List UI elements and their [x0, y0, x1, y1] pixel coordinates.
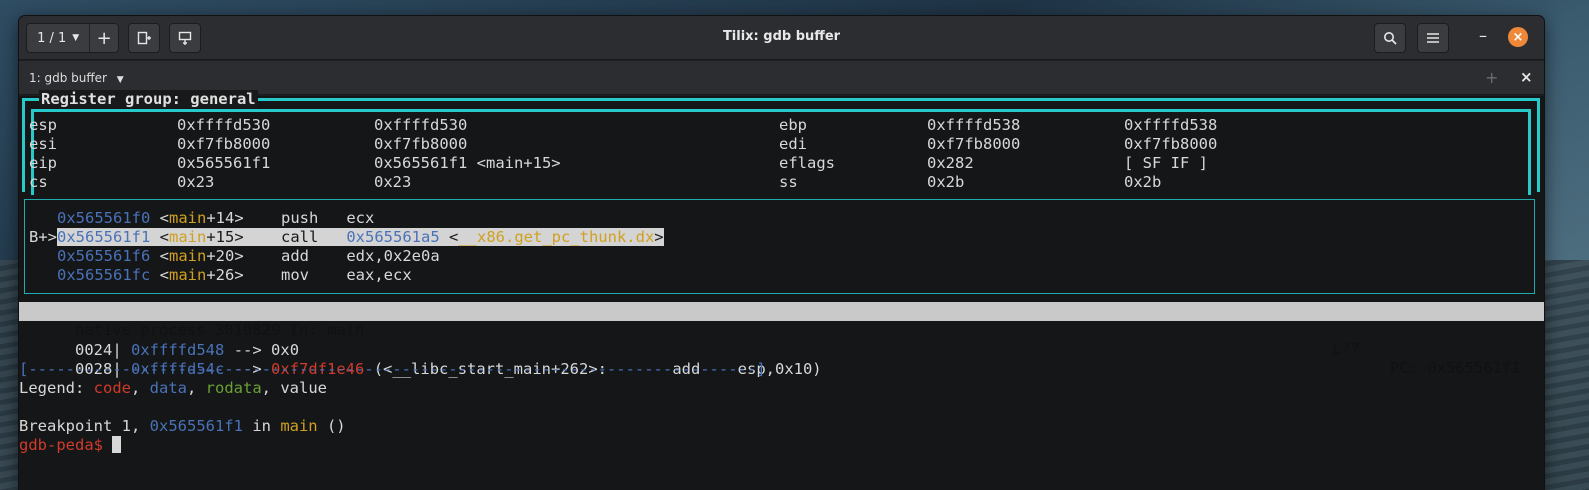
disassembly-line: 0x565561fc <main+26> mov eax,ecx [57, 266, 412, 284]
breakpoint-line: Breakpoint 1, 0x565561f1 in main () [19, 417, 346, 435]
prompt-line[interactable]: gdb-peda$ [19, 436, 122, 455]
status-pc: PC: 0x565561f1 [1390, 359, 1521, 377]
close-icon: × [1520, 68, 1533, 86]
menu-group [1417, 23, 1449, 53]
register-name: ebp [779, 116, 807, 134]
register-value: 0x282 [927, 154, 974, 172]
disassembly-line: 0x565561f0 <main+14> push ecx [57, 209, 375, 227]
disassembly-line: 0x565561f6 <main+20> add edx,0x2e0a [57, 247, 440, 265]
terminal-title-button[interactable]: 1: gdb buffer ▼ [29, 71, 124, 85]
search-group [1374, 23, 1406, 53]
register-value: 0xffffd538 [927, 116, 1021, 134]
register-name: eip [29, 154, 57, 172]
window-title: Tilix: gdb buffer [722, 29, 841, 44]
register-value: 0x23 [374, 173, 412, 191]
search-button[interactable] [1375, 24, 1405, 52]
disassembly-line: B+>0x565561f1 <main+15> call 0x565561a5 … [29, 228, 664, 246]
minimize-icon: – [1479, 26, 1487, 45]
register-name: esp [29, 116, 57, 134]
register-value: 0xf7fb8000 [374, 135, 468, 153]
register-value: 0xffffd538 [1124, 116, 1218, 134]
register-name: ss [779, 173, 798, 191]
separator-line: [---------------------------------------… [19, 360, 766, 378]
register-value: 0xf7fb8000 [1124, 135, 1218, 153]
maximize-terminal-button[interactable]: + [1485, 68, 1498, 87]
register-value: 0x23 [177, 173, 215, 191]
status-line: L?? [1332, 340, 1360, 358]
hamburger-menu-icon [1427, 33, 1439, 43]
plus-icon: + [1485, 68, 1499, 87]
terminal-content[interactable]: Register group: general esp 0xffffd530 0xf… [19, 90, 1544, 490]
titlebar: 1 / 1 ▼ + Tilix: gdb buffer – × [19, 16, 1544, 60]
text-cursor [112, 436, 122, 453]
register-value: 0x2b [1124, 173, 1162, 191]
stack-line: 0024| 0xffffd548 --> 0x0 [75, 341, 300, 359]
gdb-prompt: gdb-peda$ [19, 436, 113, 454]
menu-button[interactable] [1418, 24, 1448, 52]
terminal-title: 1: gdb buffer [29, 71, 107, 85]
register-value: 0x2b [927, 173, 965, 191]
register-value: 0x565561f1 [177, 154, 271, 172]
register-group-title: Register group: general [39, 90, 258, 108]
status-bar: native process 3019829 In: main L?? PC: … [19, 302, 1544, 377]
chevron-down-icon: ▼ [116, 75, 124, 85]
minimize-button[interactable]: – [1473, 26, 1493, 48]
close-window-button[interactable]: × [1508, 27, 1528, 47]
legend-line: Legend: code, data, rodata, value [19, 379, 327, 397]
register-value: 0xf7fb8000 [927, 135, 1021, 153]
stack-line: 0028| 0xffffd54c --> 0xf7df1e46 (<__libc… [75, 360, 822, 378]
register-name: eflags [779, 154, 835, 172]
register-name: cs [29, 173, 48, 191]
close-icon: × [1512, 29, 1524, 45]
register-value: [ SF IF ] [1124, 154, 1208, 172]
register-value: 0xffffd530 [177, 116, 271, 134]
search-icon [1384, 32, 1397, 45]
register-name: edi [779, 135, 807, 153]
terminal-window: 1 / 1 ▼ + Tilix: gdb buffer – × 1: gdb b… [19, 16, 1544, 490]
register-value: 0xf7fb8000 [177, 135, 271, 153]
register-value: 0xffffd530 [374, 116, 468, 134]
register-value: 0x565561f1 <main+15> [374, 154, 561, 172]
close-terminal-button[interactable]: × [1520, 68, 1533, 86]
register-name: esi [29, 135, 57, 153]
